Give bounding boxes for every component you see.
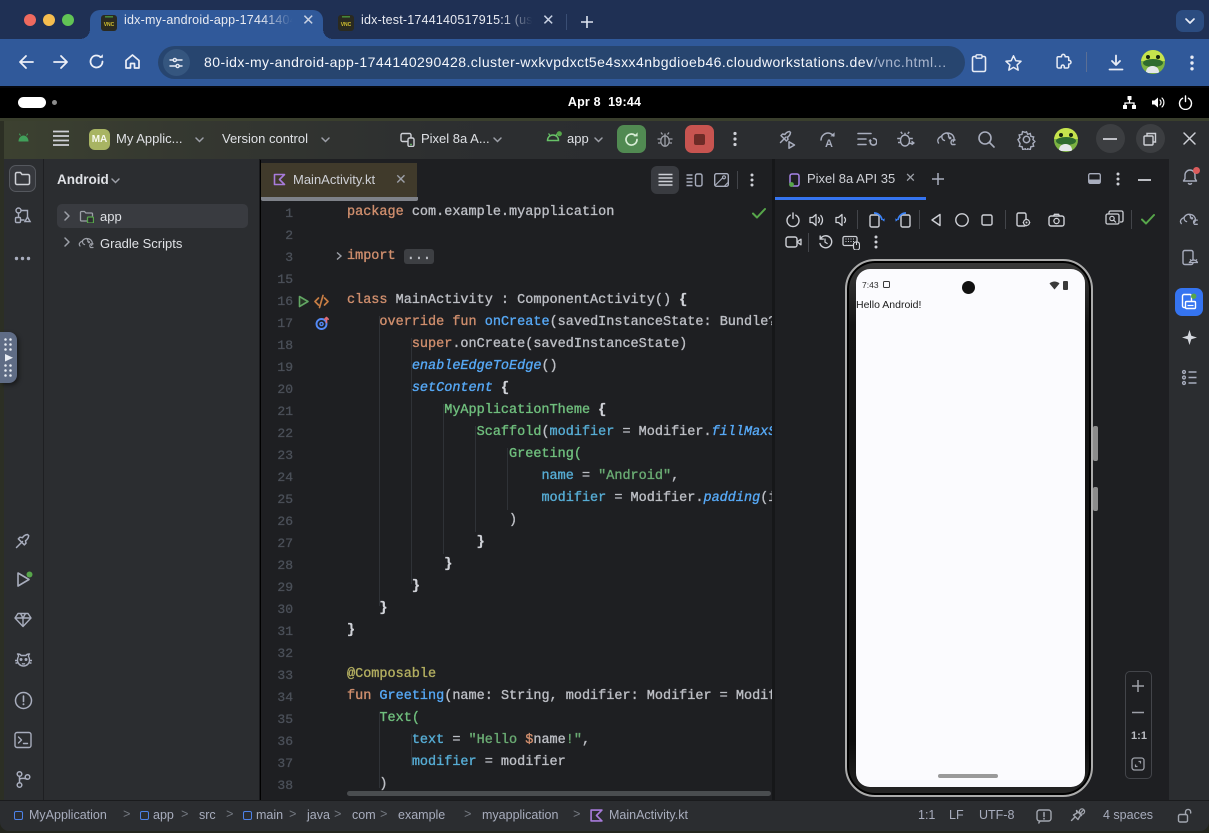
svg-text:A: A <box>825 138 833 150</box>
